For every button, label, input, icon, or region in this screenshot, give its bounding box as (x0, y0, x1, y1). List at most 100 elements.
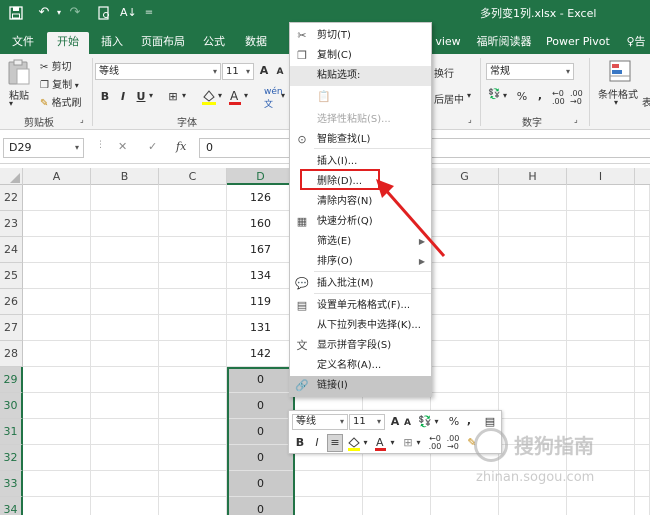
cell[interactable] (567, 211, 635, 237)
cell[interactable] (23, 419, 91, 445)
cell[interactable] (91, 445, 159, 471)
tab-home[interactable]: 开始 (47, 32, 89, 54)
italic-button[interactable]: I (116, 89, 130, 105)
row-header[interactable]: 33 (0, 471, 23, 497)
cell[interactable] (91, 341, 159, 367)
cell[interactable] (91, 419, 159, 445)
cell[interactable] (567, 185, 635, 211)
sort-icon[interactable]: A↓ (120, 4, 137, 22)
cell[interactable] (23, 497, 91, 515)
cell[interactable] (635, 185, 650, 211)
cell[interactable] (23, 211, 91, 237)
redo-icon[interactable]: ↷ (68, 4, 82, 22)
cell[interactable] (499, 263, 567, 289)
bold-button[interactable]: B (98, 89, 112, 105)
cell[interactable] (499, 315, 567, 341)
row-header[interactable]: 25 (0, 263, 23, 289)
mini-font-size-combo[interactable]: 11 ▾ (349, 414, 385, 430)
enter-entry-icon[interactable]: ✓ (148, 140, 157, 153)
cell[interactable] (159, 211, 227, 237)
cell[interactable] (159, 237, 227, 263)
cell[interactable] (635, 315, 650, 341)
table-format-icon[interactable]: 表 (642, 94, 650, 109)
undo-dropdown-icon[interactable]: ▾ (54, 4, 64, 22)
cut-button[interactable]: ✂ 剪切 (40, 58, 72, 73)
tab-power-pivot[interactable]: Power Pivot (546, 32, 610, 54)
cell[interactable] (91, 367, 159, 393)
cell[interactable] (431, 367, 499, 393)
mini-font-name-combo[interactable]: 等线 ▾ (292, 414, 348, 430)
underline-button[interactable]: U (134, 89, 148, 105)
row-header[interactable]: 34 (0, 497, 23, 515)
menu-item[interactable]: ✂ 剪切(T) (290, 26, 431, 46)
tab-tell-me[interactable]: ♀告 (624, 32, 648, 54)
cell[interactable] (567, 315, 635, 341)
accounting-format-icon[interactable]: 💱 (488, 89, 500, 100)
cell[interactable] (567, 367, 635, 393)
cell[interactable] (23, 289, 91, 315)
cell[interactable] (295, 471, 363, 497)
cell-d[interactable]: 142 (227, 341, 295, 367)
column-header[interactable]: H (499, 168, 567, 185)
mini-comma-button[interactable]: , (464, 413, 474, 429)
cell[interactable] (91, 289, 159, 315)
mini-bold-button[interactable]: B (294, 435, 306, 451)
cell[interactable] (431, 315, 499, 341)
font-size-combo[interactable]: 11 ▾ (222, 63, 254, 80)
mini-percent-button[interactable]: % (447, 414, 461, 430)
row-header[interactable]: 28 (0, 341, 23, 367)
cell[interactable] (567, 341, 635, 367)
fill-color-icon[interactable] (201, 88, 217, 106)
mini-center-align-icon[interactable]: ≡ (327, 434, 343, 452)
mini-fill-color-icon[interactable] (347, 435, 361, 453)
cell[interactable] (499, 497, 567, 515)
mini-font-color-icon[interactable]: A (374, 435, 387, 453)
cell[interactable] (635, 289, 650, 315)
cell[interactable] (499, 367, 567, 393)
cell[interactable] (159, 445, 227, 471)
cell[interactable] (635, 211, 650, 237)
dialog-launcher-icon[interactable]: ⌟ (80, 115, 84, 124)
menu-item[interactable]: 🔗 链接(I) (290, 376, 431, 396)
cell[interactable] (91, 263, 159, 289)
print-preview-icon[interactable] (96, 4, 112, 22)
column-header[interactable]: I (567, 168, 635, 185)
cell[interactable] (499, 289, 567, 315)
alignment-dialog-launcher-icon[interactable]: ⌟ (468, 115, 472, 124)
cell[interactable] (567, 497, 635, 515)
cell-d[interactable]: 160 (227, 211, 295, 237)
column-header-selected[interactable]: D (227, 168, 295, 185)
cell[interactable] (431, 289, 499, 315)
menu-item[interactable]: 文显示拼音字段(S) (290, 336, 431, 356)
name-box[interactable]: D29 ▾ (3, 138, 84, 158)
mini-accounting-dropdown-icon[interactable]: ▾ (432, 414, 441, 430)
decrease-decimal-icon[interactable]: .00 →0 (570, 90, 583, 106)
font-color-dropdown-icon[interactable]: ▾ (244, 91, 248, 100)
cell[interactable] (499, 393, 567, 419)
menu-item[interactable]: ▤ 设置单元格格式(F)... (290, 296, 431, 316)
tab-view[interactable]: view (433, 32, 463, 54)
row-header[interactable]: 27 (0, 315, 23, 341)
cell[interactable] (567, 237, 635, 263)
row-header[interactable]: 23 (0, 211, 23, 237)
row-header[interactable]: 22 (0, 185, 23, 211)
mini-italic-button[interactable]: I (311, 435, 323, 451)
cell[interactable] (23, 237, 91, 263)
paste-icon[interactable] (6, 58, 34, 88)
tab-formulas[interactable]: 公式 (198, 32, 230, 54)
cell[interactable] (23, 263, 91, 289)
borders-icon[interactable]: ⊞ (166, 89, 180, 105)
mini-borders-dropdown-icon[interactable]: ▾ (414, 435, 423, 451)
percent-style-button[interactable]: % (515, 89, 529, 105)
cell[interactable] (431, 341, 499, 367)
row-header[interactable]: 32 (0, 445, 23, 471)
wrap-text-button[interactable]: 换行 (434, 65, 454, 80)
cell[interactable] (159, 393, 227, 419)
column-header[interactable]: B (91, 168, 159, 185)
cell[interactable] (159, 185, 227, 211)
mini-grow-font-button[interactable]: A (389, 414, 401, 430)
copy-button[interactable]: ❐ 复制 ▾ (40, 76, 79, 91)
cancel-entry-icon[interactable]: ✕ (118, 140, 127, 153)
increase-decimal-icon[interactable]: ←0.00 (552, 90, 565, 106)
tab-insert[interactable]: 插入 (96, 32, 128, 54)
